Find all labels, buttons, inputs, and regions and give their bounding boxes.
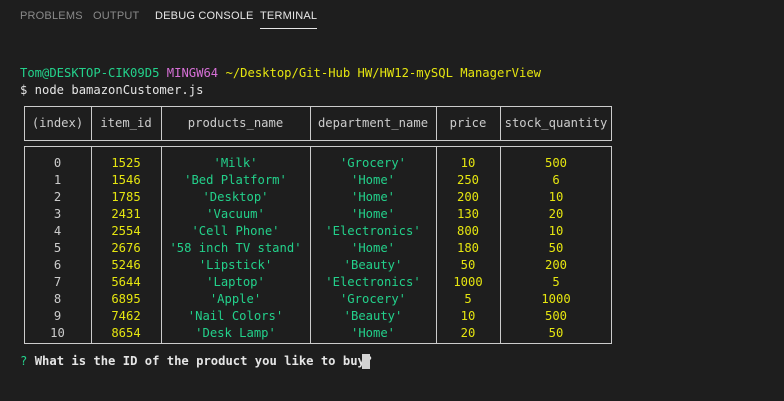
prompt-user-host: Tom@DESKTOP-CIK09D5	[20, 66, 160, 80]
panel-tab-bar: PROBLEMS OUTPUT DEBUG CONSOLE TERMINAL	[0, 0, 784, 34]
table-cell: 'Laptop'	[206, 275, 265, 289]
table-cell: 'Nail Colors'	[187, 309, 284, 323]
table-header-cell: price	[449, 116, 487, 130]
table-cell: 'Cell Phone'	[191, 224, 280, 238]
command-line: $ node bamazonCustomer.js	[20, 83, 204, 97]
table-cell: 800	[456, 224, 479, 238]
table-header-cell: item_id	[100, 116, 152, 130]
table-cell: 1546	[111, 173, 141, 187]
table-cell: 1000	[453, 275, 483, 289]
table-cell: 8	[53, 292, 62, 306]
table-cell: 'Beauty'	[343, 309, 403, 323]
table-cell: 2	[53, 190, 62, 204]
products-table: (index) item_id products_name department_na…	[24, 106, 612, 344]
table-header-cell: products_name	[187, 116, 284, 130]
table-cell: 'Home'	[350, 241, 396, 255]
table-cell: 'Desk Lamp'	[195, 326, 276, 340]
table-cell: 1785	[111, 190, 141, 204]
table-cell: 'Vacuum'	[206, 207, 265, 221]
table-cell: 'Electronics'	[325, 275, 421, 289]
table-cell: 500	[544, 309, 567, 323]
table-cell: 'Bed Platform'	[184, 173, 287, 187]
table-cell: 0	[53, 156, 62, 170]
table-cell: 6	[552, 173, 560, 187]
table-cell: 50	[548, 241, 564, 255]
table-cell: 'Beauty'	[343, 258, 403, 272]
table-cell: 'Home'	[350, 190, 396, 204]
table-cell: 'Desktop'	[202, 190, 269, 204]
table-cell: 2676	[111, 241, 141, 255]
table-cell: 6	[53, 258, 62, 272]
table-cell: 500	[544, 156, 567, 170]
table-cell: 200	[544, 258, 567, 272]
table-cell: 7462	[111, 309, 141, 323]
table-cell: 50	[460, 258, 476, 272]
tab-terminal[interactable]: TERMINAL	[260, 9, 318, 29]
table-header-cell: (index)	[31, 116, 84, 130]
table-cell: 180	[456, 241, 479, 255]
table-cell: 4	[53, 224, 62, 238]
question-line: ? What is the ID of the product you like…	[20, 353, 372, 369]
prompt-path: ~/Desktop/Git-Hub HW/HW12-mySQL ManagerV…	[225, 66, 541, 80]
table-cell: 'Lipstick'	[198, 258, 273, 272]
table-cell: 3	[53, 207, 62, 221]
table-cell: 10	[548, 190, 564, 204]
terminal-output[interactable]: Tom@DESKTOP-CIK09D5 MINGW64 ~/Desktop/Gi…	[0, 34, 784, 401]
table-cell: '58 inch TV stand'	[169, 241, 302, 255]
prompt-env: MINGW64	[166, 66, 219, 80]
table-cell: 1525	[111, 156, 141, 170]
table-cell: 5246	[111, 258, 141, 272]
tab-output[interactable]: OUTPUT	[93, 9, 139, 23]
table-cell: 5	[552, 275, 560, 289]
table-cell: 7	[53, 275, 62, 289]
table-border-header-bottom	[24, 140, 612, 141]
table-cell: 2554	[111, 224, 141, 238]
table-cell: 10	[548, 224, 564, 238]
table-cell: 10	[460, 309, 476, 323]
table-cell: 10	[460, 156, 476, 170]
table-cell: 20	[460, 326, 476, 340]
tab-debug-console[interactable]: DEBUG CONSOLE	[155, 9, 254, 23]
table-cell: 20	[548, 207, 564, 221]
table-header-cell: department_name	[317, 116, 429, 130]
table-cell: 10	[50, 326, 65, 340]
terminal-cursor[interactable]	[362, 354, 370, 369]
table-cell: 9	[53, 309, 62, 323]
table-cell: 1000	[541, 292, 571, 306]
prompt-line: Tom@DESKTOP-CIK09D5 MINGW64 ~/Desktop/Gi…	[20, 65, 541, 81]
table-border-top	[24, 106, 612, 107]
table-cell: 5	[53, 241, 62, 255]
table-cell: 'Milk'	[213, 156, 258, 170]
table-cell: 5	[464, 292, 472, 306]
table-cell: 'Home'	[350, 326, 396, 340]
table-cell: 250	[456, 173, 479, 187]
table-cell: 8654	[111, 326, 141, 340]
table-cell: 200	[456, 190, 479, 204]
table-border-bottom	[24, 343, 612, 344]
table-cell: 'Apple'	[209, 292, 262, 306]
table-cell: 2431	[111, 207, 141, 221]
table-header-cell: stock_quantity	[504, 116, 608, 130]
table-cell: 130	[456, 207, 479, 221]
table-cell: 6895	[111, 292, 141, 306]
table-cell: 'Grocery'	[339, 292, 407, 306]
table-cell: 50	[548, 326, 564, 340]
table-cell: 'Home'	[350, 207, 396, 221]
table-cell: 1	[53, 173, 62, 187]
table-cell: 'Grocery'	[339, 156, 407, 170]
table-cell: 'Electronics'	[325, 224, 421, 238]
table-border-body-top	[24, 146, 612, 147]
table-cell: 5644	[111, 275, 141, 289]
question-text: What is the ID of the product you like t…	[34, 354, 373, 368]
table-cell: 'Home'	[350, 173, 396, 187]
tab-problems[interactable]: PROBLEMS	[20, 9, 83, 23]
question-marker: ?	[20, 354, 28, 368]
